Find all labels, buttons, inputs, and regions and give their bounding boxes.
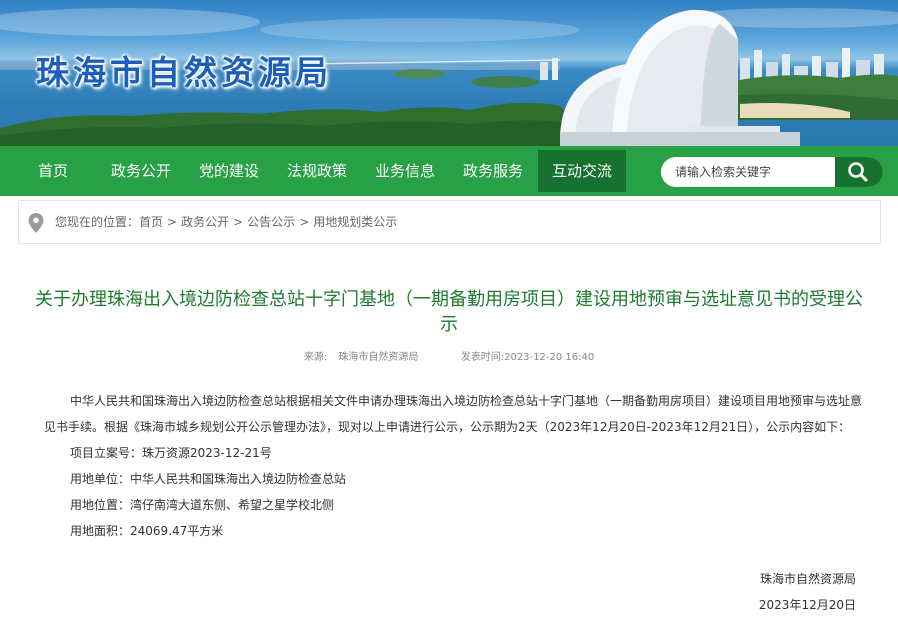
search-input[interactable]	[675, 157, 835, 187]
field-value: 珠万资源2023-12-21号	[142, 446, 272, 460]
field-land-location: 用地位置：湾仔南湾大道东侧、希望之星学校北侧	[44, 492, 862, 518]
date-value: 2023-12-20 16:40	[504, 352, 595, 363]
breadcrumb-prefix: 您现在的位置：	[55, 215, 140, 229]
source-value: 珠海市自然资源局	[338, 352, 419, 363]
breadcrumb-link-land-planning[interactable]: 用地规划类公示	[313, 201, 397, 243]
breadcrumb-link-government-affairs[interactable]: 政务公开	[181, 201, 229, 243]
nav-home[interactable]: 首页	[22, 146, 84, 196]
date-label: 发表时间:	[460, 352, 505, 363]
article-body: 中华人民共和国珠海出入境边防检查总站根据相关文件申请办理珠海出入境边防检查总站十…	[44, 388, 862, 544]
breadcrumb-trail: 您现在的位置：首页 > 政务公开 > 公告公示 > 用地规划类公示	[55, 201, 397, 243]
breadcrumb: 您现在的位置：首页 > 政务公开 > 公告公示 > 用地规划类公示	[18, 200, 881, 244]
breadcrumb-separator: >	[167, 215, 178, 229]
field-value: 湾仔南湾大道东侧、希望之星学校北侧	[130, 498, 335, 512]
nav-government-services[interactable]: 政务服务	[452, 146, 534, 196]
field-label: 用地单位：	[70, 472, 131, 486]
article-title: 关于办理珠海出入境边防检查总站十字门基地（一期备勤用房项目）建设用地预审与选址意…	[35, 289, 863, 335]
breadcrumb-link-announcements[interactable]: 公告公示	[247, 201, 295, 243]
article-meta: 来源: 珠海市自然资源局 发表时间:2023-12-20 16:40	[0, 348, 898, 363]
search-box	[661, 157, 883, 187]
field-label: 用地面积：	[70, 524, 131, 538]
field-case-number: 项目立案号：珠万资源2023-12-21号	[44, 440, 862, 466]
signature: 珠海市自然资源局 2023年12月20日	[759, 566, 856, 618]
field-land-user: 用地单位：中华人民共和国珠海出入境边防检查总站	[44, 466, 862, 492]
field-label: 用地位置：	[70, 498, 131, 512]
source-label: 来源:	[303, 352, 328, 363]
nav-business-info[interactable]: 业务信息	[364, 146, 446, 196]
breadcrumb-separator: >	[299, 215, 310, 229]
signature-date: 2023年12月20日	[758, 598, 856, 612]
nav-government-affairs[interactable]: 政务公开	[100, 146, 182, 196]
breadcrumb-separator: >	[233, 215, 244, 229]
signature-org: 珠海市自然资源局	[759, 572, 856, 586]
search-button[interactable]	[835, 157, 883, 187]
site-title: 珠海市自然资源局	[36, 53, 332, 92]
nav-interaction[interactable]: 互动交流	[538, 150, 626, 192]
field-value: 24069.47平方米	[130, 524, 224, 538]
field-value: 中华人民共和国珠海出入境边防检查总站	[130, 472, 347, 486]
field-land-area: 用地面积：24069.47平方米	[44, 518, 862, 544]
location-pin-icon	[28, 213, 44, 233]
article-intro: 中华人民共和国珠海出入境边防检查总站根据相关文件申请办理珠海出入境边防检查总站十…	[44, 394, 863, 434]
header-banner: 珠海市自然资源局	[0, 0, 898, 146]
nav-laws-policies[interactable]: 法规政策	[276, 146, 358, 196]
nav-party-building[interactable]: 党的建设	[188, 146, 270, 196]
search-icon	[848, 162, 868, 182]
breadcrumb-link-home[interactable]: 首页	[139, 201, 163, 243]
field-label: 项目立案号：	[70, 446, 143, 460]
